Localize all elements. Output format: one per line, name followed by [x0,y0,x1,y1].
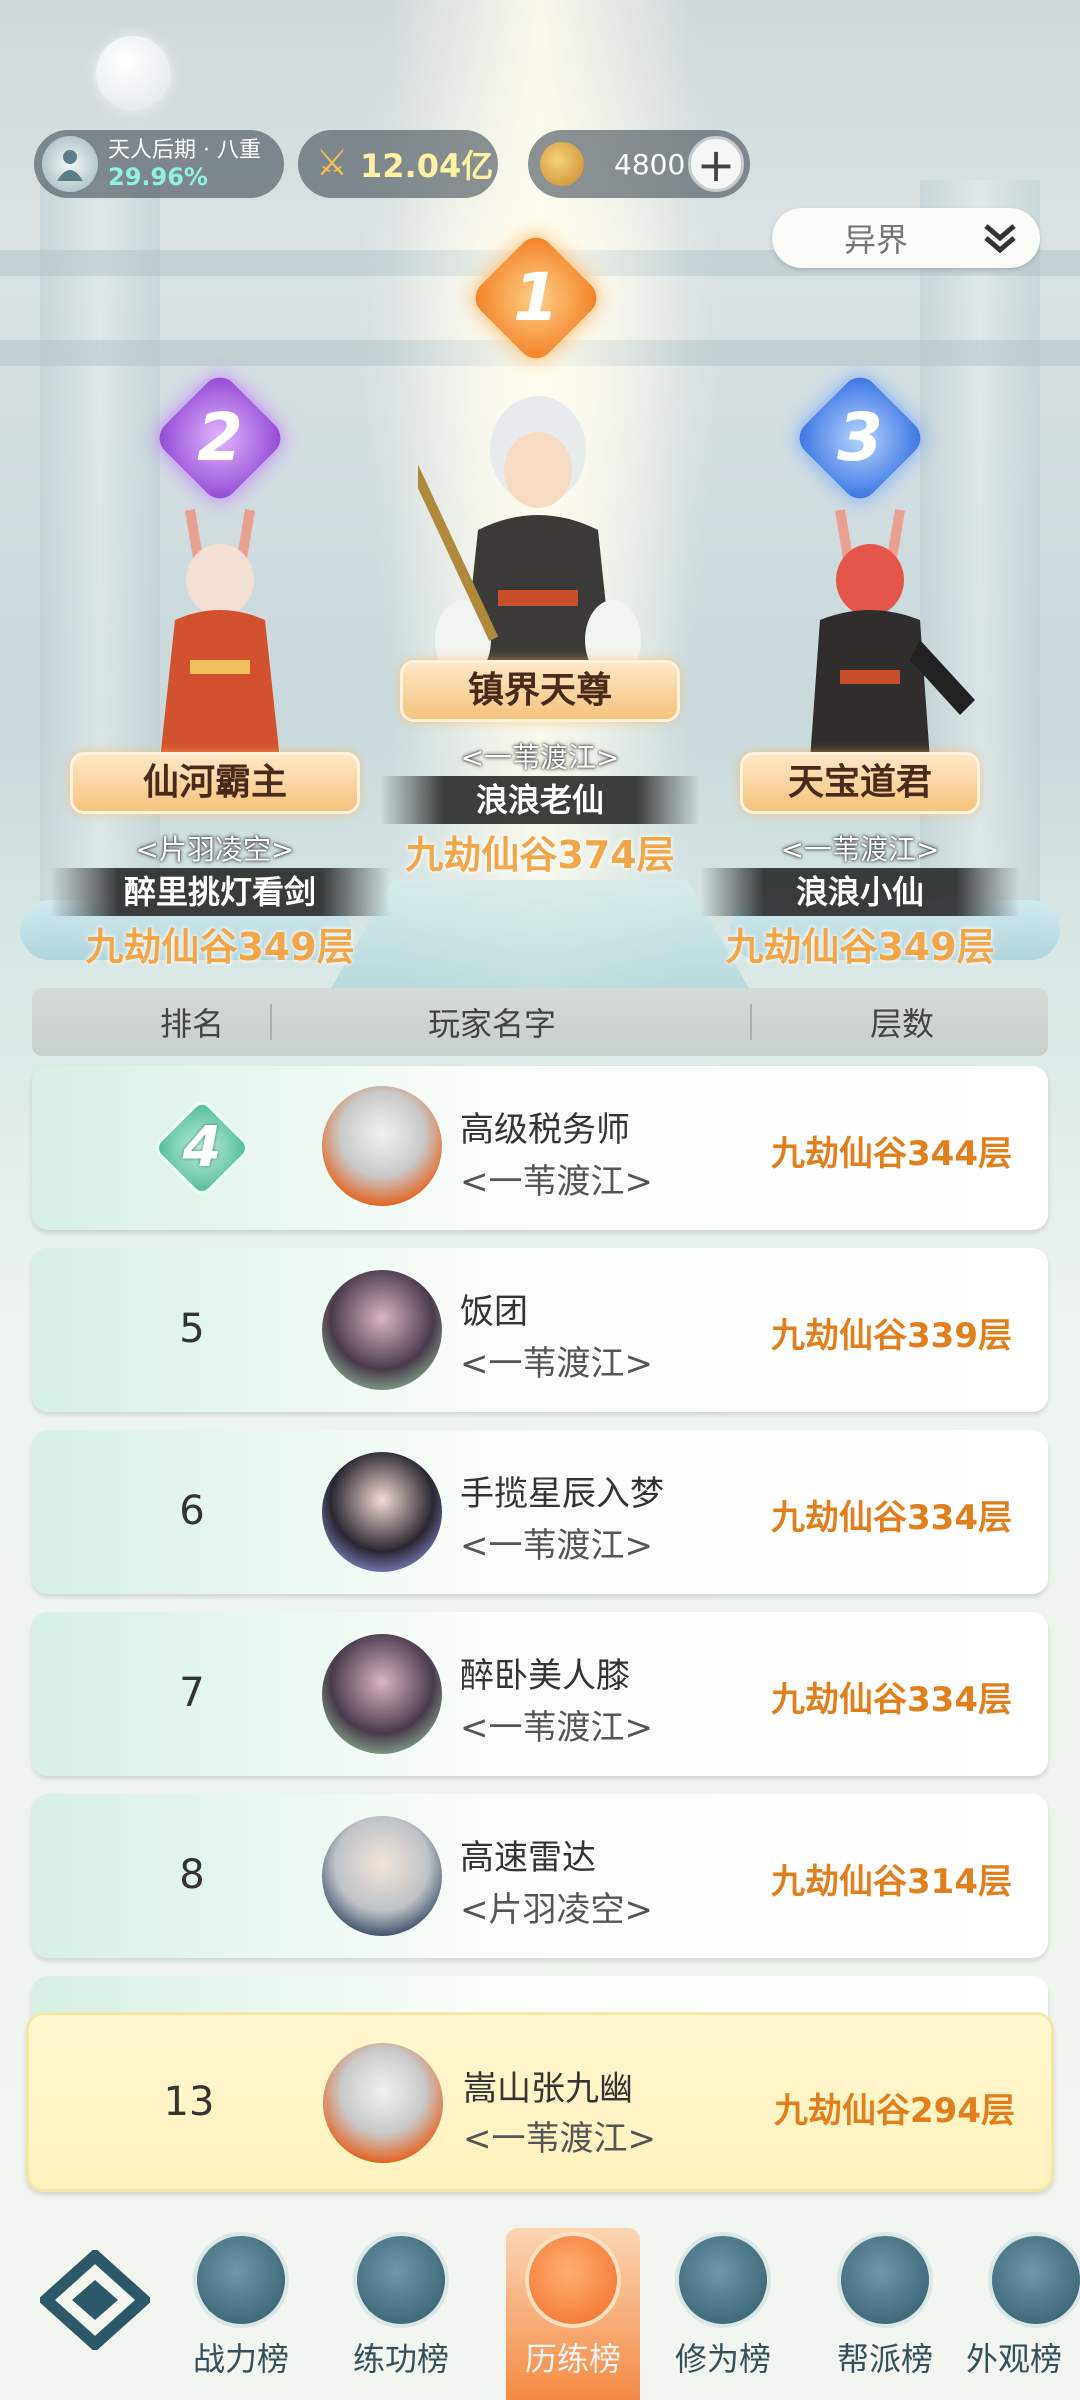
tab-training-ranking[interactable]: 练功榜 [326,2232,476,2392]
player-name: 高速雷达 [460,1838,596,1878]
plus-icon: + [696,138,736,192]
tab-label: 战力榜 [192,2340,289,2378]
rank-3-guild: <一苇渡江> [780,833,940,866]
realm-progress: 29.96% [108,163,208,191]
tab-label: 历练榜 [524,2340,621,2378]
player-name: 饭团 [460,1292,528,1332]
chevron-down-icon [984,224,1016,254]
header-divider [750,1004,752,1040]
player-floor: 九劫仙谷344层 [771,1134,1012,1174]
table-row[interactable]: 8 高速雷达 <片羽凌空> 九劫仙谷314层 [32,1794,1048,1958]
player-guild: <一苇渡江> [460,1344,653,1384]
rank-number: 6 [179,1488,205,1534]
player-guild: <片羽凌空> [460,1890,653,1930]
server-label: 异界 [844,221,909,259]
moon-orb [96,36,170,110]
my-player-guild: <一苇渡江> [463,2119,656,2159]
player-floor: 九劫仙谷334层 [771,1498,1012,1538]
my-rank-number: 13 [163,2079,215,2125]
table-row[interactable]: 4 高级税务师 <一苇渡江> 九劫仙谷344层 [32,1066,1048,1230]
table-row[interactable]: 6 手揽星辰入梦 <一苇渡江> 九劫仙谷334层 [32,1430,1048,1594]
tab-label: 练功榜 [352,2340,449,2378]
avatar[interactable] [322,1634,442,1754]
jade-coin-icon [540,142,584,186]
banner-icon [837,2232,933,2328]
star-compass-icon [525,2232,621,2328]
header-floor: 层数 [869,1005,934,1043]
swords-icon [193,2232,289,2328]
rank-2-badge: 2 [152,370,288,506]
rank-2-guild: <片羽凌空> [135,833,295,866]
avatar[interactable] [323,2043,443,2163]
yin-yang-icon [353,2232,449,2328]
crossed-swords-icon: ⚔ [315,143,349,184]
rank-3-title: 天宝道君 [740,752,980,814]
tab-cultivation-ranking[interactable]: 修为榜 [648,2232,798,2392]
rank-3-player[interactable]: 浪浪小仙 [700,868,1020,916]
player-floor: 九劫仙谷314层 [771,1862,1012,1902]
avatar[interactable] [322,1270,442,1390]
tab-appearance-ranking[interactable]: 外观榜 [966,2232,1080,2392]
tab-label: 修为榜 [674,2340,771,2378]
my-rank-row[interactable]: 13 嵩山张九幽 <一苇渡江> 九劫仙谷294层 [26,2012,1054,2192]
rank-1-title: 镇界天尊 [400,660,680,722]
rank-1-badge: 1 [468,230,604,366]
rank-2-floor: 九劫仙谷349层 [85,925,355,969]
ranking-table-header: 排名 玩家名字 层数 [32,988,1048,1056]
player-name: 醉卧美人膝 [460,1656,630,1696]
rank-number: 5 [179,1306,205,1352]
rank-4-badge: 4 [151,1097,253,1199]
currency-value: 4800 [614,147,686,181]
player-floor: 九劫仙谷334层 [771,1680,1012,1720]
scholar-hat-icon [675,2232,771,2328]
rank-2-title: 仙河霸主 [70,752,360,814]
rank-1-guild: <一苇渡江> [460,741,620,774]
currency-display: 4800 + [528,130,750,198]
tab-label: 外观榜 [966,2340,1063,2378]
combat-power[interactable]: ⚔ 12.04亿 [298,130,498,198]
player-guild: <一苇渡江> [460,1162,653,1202]
header-player-name: 玩家名字 [427,1005,556,1043]
table-row[interactable]: 5 饭团 <一苇渡江> 九劫仙谷339层 [32,1248,1048,1412]
rank-3-floor: 九劫仙谷349层 [725,925,995,969]
rank-2-number: 2 [197,399,243,476]
rank-3-number: 3 [837,399,883,476]
realm-name: 天人后期 · 八重 [108,138,261,163]
player-name: 高级税务师 [460,1110,630,1150]
cultivator-icon [42,136,98,192]
rank-2-character[interactable] [120,500,320,764]
rank-number: 8 [179,1852,205,1898]
my-player-name: 嵩山张九幽 [463,2069,633,2109]
home-menu-icon[interactable] [40,2250,150,2350]
rank-3-character[interactable] [760,500,980,764]
leaderboard-screen: 天人后期 · 八重 29.96% ⚔ 12.04亿 4800 + 异界 1 镇界… [0,0,1080,2400]
tab-trial-ranking[interactable]: 历练榜 [498,2232,648,2392]
tab-power-ranking[interactable]: 战力榜 [166,2232,316,2392]
power-value: 12.04亿 [360,147,494,185]
costume-icon [988,2232,1080,2328]
rank-number: 7 [179,1670,205,1716]
avatar[interactable] [322,1452,442,1572]
rank-1-floor: 九劫仙谷374层 [405,833,675,877]
player-guild: <一苇渡江> [460,1526,653,1566]
rank-2-player[interactable]: 醉里挑灯看剑 [50,868,390,916]
player-name: 手揽星辰入梦 [460,1474,664,1514]
header-rank: 排名 [159,1005,224,1043]
rank-1-number: 1 [513,259,559,336]
server-dropdown[interactable]: 异界 [772,208,1040,268]
table-row[interactable]: 7 醉卧美人膝 <一苇渡江> 九劫仙谷334层 [32,1612,1048,1776]
realm-status[interactable]: 天人后期 · 八重 29.96% [34,130,284,198]
tab-guild-ranking[interactable]: 帮派榜 [810,2232,960,2392]
tab-label: 帮派榜 [836,2340,933,2378]
player-guild: <一苇渡江> [460,1708,653,1748]
avatar[interactable] [322,1816,442,1936]
player-floor: 九劫仙谷339层 [771,1316,1012,1356]
add-currency-button[interactable]: + [688,136,744,192]
avatar[interactable] [322,1086,442,1206]
my-player-floor: 九劫仙谷294层 [774,2091,1015,2131]
rank-3-badge: 3 [792,370,928,506]
rank-1-player[interactable]: 浪浪老仙 [380,776,700,824]
header-divider [270,1004,272,1040]
